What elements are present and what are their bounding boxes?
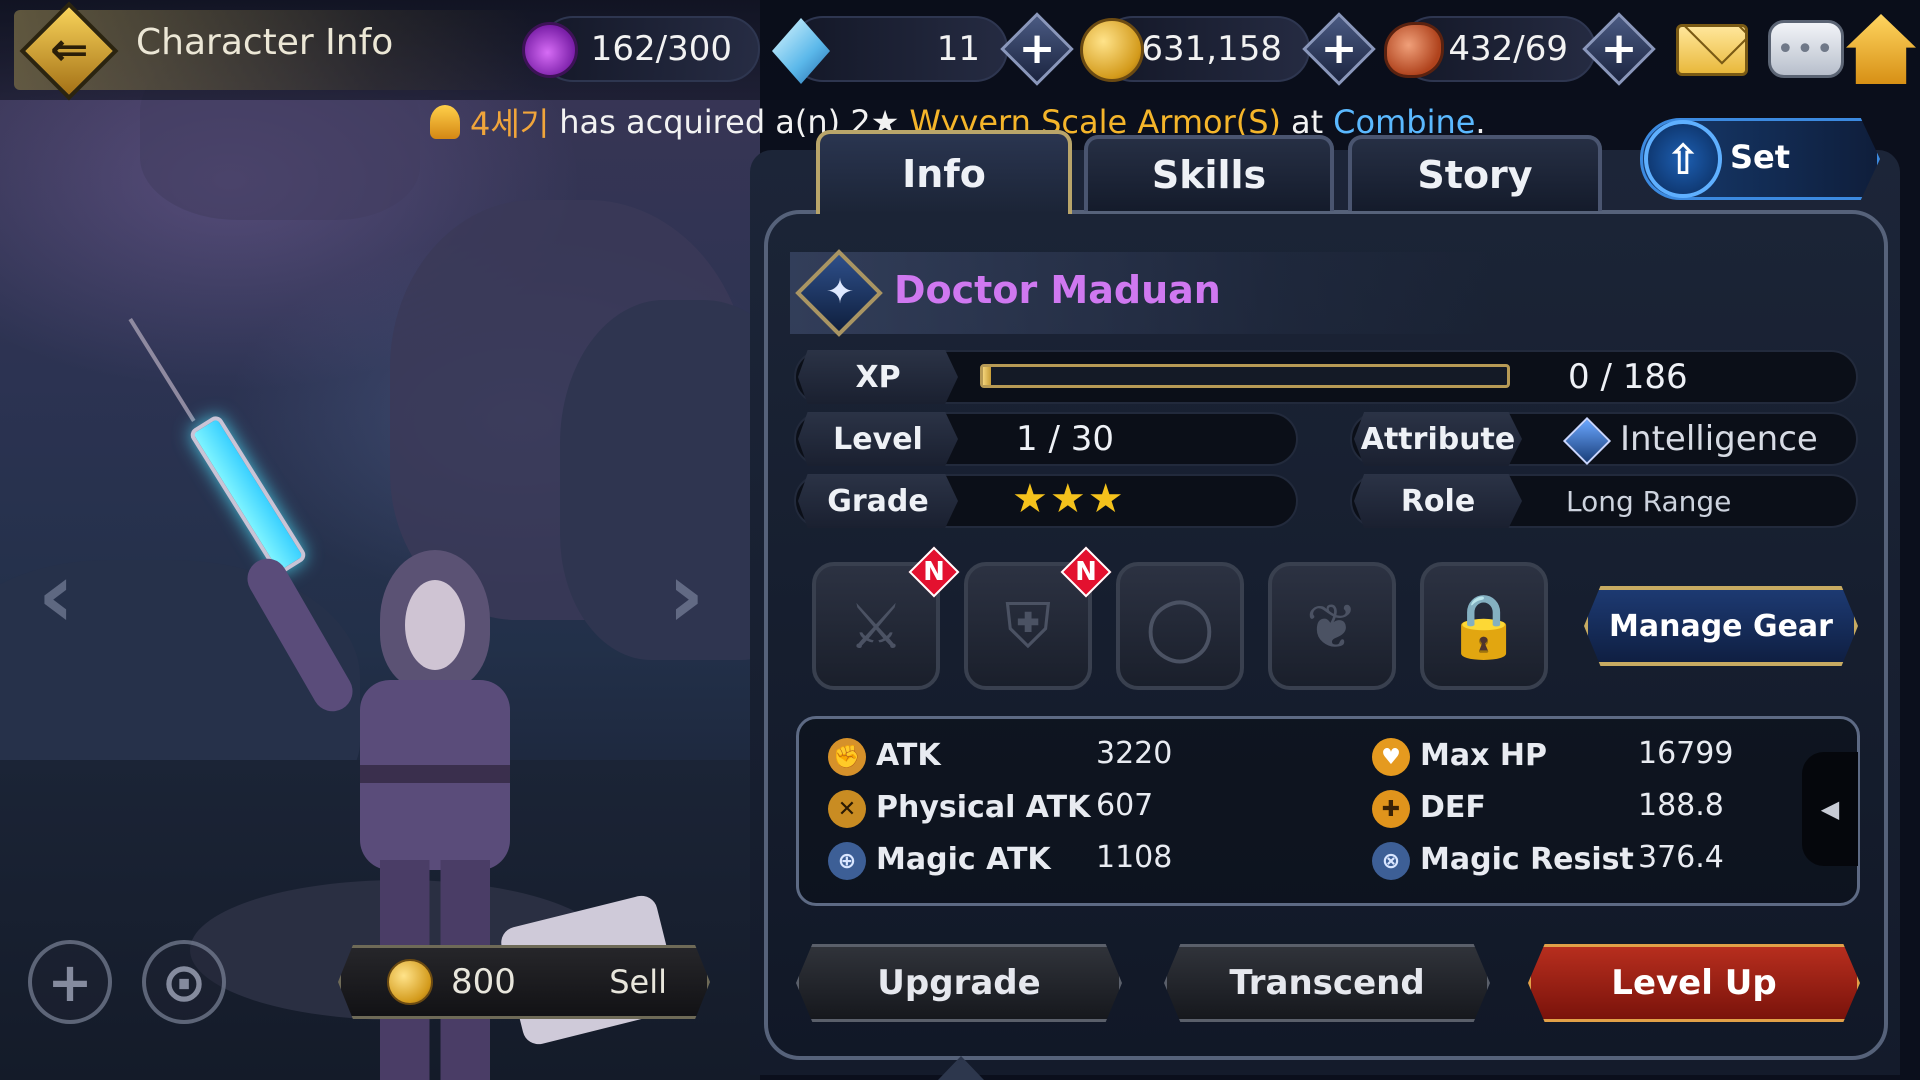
level-label: Level	[798, 412, 958, 466]
plus-icon: +	[1320, 23, 1358, 74]
intelligence-emblem-icon: ✦	[825, 272, 855, 312]
set-upload-icon[interactable]: ⇧	[1644, 120, 1722, 198]
syringe-needle	[128, 318, 196, 422]
stamina-value: 162/300	[590, 29, 732, 69]
locked-slot[interactable]: 🔒	[1420, 562, 1548, 690]
plus-icon: +	[1600, 23, 1638, 74]
max-hp-icon: ♥	[1372, 738, 1410, 776]
new-badge: N	[908, 546, 960, 598]
gold-value: 631,158	[1141, 29, 1282, 69]
transcend-button[interactable]: Transcend	[1164, 944, 1490, 1022]
stat-value: 3220	[1096, 736, 1173, 771]
add-gems-button[interactable]: +	[1000, 12, 1074, 86]
plus-icon: +	[1018, 23, 1056, 74]
xp-value: 0 / 186	[1568, 357, 1688, 397]
sword-icon: ⚔	[848, 589, 904, 663]
level-value: 1 / 30	[1016, 419, 1114, 459]
ring-slot[interactable]: ◯	[1116, 562, 1244, 690]
syringe-weapon	[187, 413, 309, 577]
add-meat-button[interactable]: +	[1582, 12, 1656, 86]
prev-character-arrow-icon[interactable]: ‹	[30, 540, 82, 650]
lock-icon: 🔒	[1445, 589, 1523, 662]
role-value: Long Range	[1566, 484, 1732, 518]
physical-atk-icon: ✕	[828, 790, 866, 828]
bell-icon	[430, 105, 460, 139]
new-badge: N	[1060, 546, 1112, 598]
stat-name: ATK	[876, 738, 941, 773]
stat-name: Physical ATK	[876, 790, 1091, 825]
back-button[interactable]: ⇐	[14, 1, 124, 101]
stat-value: 16799	[1638, 736, 1734, 771]
next-character-arrow-icon[interactable]: ›	[660, 540, 712, 650]
character-arm	[240, 551, 360, 719]
attribute-label: Attribute	[1354, 412, 1522, 466]
stamina-potion-icon	[522, 22, 578, 78]
level-up-button[interactable]: Level Up	[1528, 944, 1860, 1022]
attribute-value: Intelligence	[1620, 419, 1818, 459]
page-title: Character Info	[136, 22, 394, 63]
chat-icon[interactable]: •••	[1768, 20, 1844, 78]
magic-resist-icon: ⊗	[1372, 842, 1410, 880]
tab-skills[interactable]: Skills	[1084, 135, 1334, 211]
tab-story[interactable]: Story	[1348, 135, 1602, 211]
set-label[interactable]: Set	[1730, 138, 1790, 176]
plague-mask	[405, 580, 465, 670]
lock-icon-button[interactable]: ⊙	[142, 940, 226, 1024]
atk-icon: ✊	[828, 738, 866, 776]
upgrade-button[interactable]: Upgrade	[796, 944, 1122, 1022]
stats-expand-button[interactable]: ◀	[1802, 752, 1858, 866]
necklace-slot[interactable]: ❦	[1268, 562, 1396, 690]
back-arrow-icon: ⇐	[50, 22, 89, 76]
mail-icon[interactable]	[1676, 24, 1748, 76]
grade-stars: ★★★	[1012, 476, 1126, 522]
def-icon: ✚	[1372, 790, 1410, 828]
stat-name: Max HP	[1420, 738, 1547, 773]
notice-user: 4세기	[470, 105, 550, 143]
stat-name: Magic Resist	[1420, 842, 1634, 877]
add-icon-button[interactable]: +	[28, 940, 112, 1024]
new-badge-label: N	[1075, 557, 1097, 587]
new-badge-label: N	[923, 557, 945, 587]
character-model[interactable]	[60, 150, 683, 1080]
gold-coin-icon	[1080, 18, 1144, 82]
character-name: Doctor Maduan	[894, 268, 1221, 312]
necklace-icon: ❦	[1306, 589, 1358, 663]
ring-icon: ◯	[1145, 589, 1215, 663]
stat-value: 376.4	[1638, 840, 1724, 875]
role-label: Role	[1354, 474, 1522, 528]
xp-progress-track	[980, 364, 1510, 388]
grade-label: Grade	[798, 474, 958, 528]
armor-icon: ⛨	[1004, 589, 1052, 662]
manage-gear-button[interactable]: Manage Gear	[1584, 586, 1858, 666]
meat-value: 432/69	[1448, 29, 1568, 69]
sell-price: 800	[451, 962, 516, 1002]
character-belt	[360, 765, 510, 783]
stat-name: DEF	[1420, 790, 1486, 825]
xp-progress-fill	[983, 367, 991, 385]
stat-value: 188.8	[1638, 788, 1724, 823]
sell-label: Sell	[609, 963, 667, 1001]
gold-coin-icon	[387, 959, 433, 1005]
stat-name: Magic ATK	[876, 842, 1051, 877]
sell-button[interactable]: 800 Sell	[338, 945, 710, 1019]
add-gold-button[interactable]: +	[1302, 12, 1376, 86]
stat-value: 1108	[1096, 840, 1173, 875]
tab-info[interactable]: Info	[816, 130, 1072, 214]
character-scene	[0, 0, 760, 1080]
meat-icon	[1384, 22, 1444, 78]
magic-atk-icon: ⊕	[828, 842, 866, 880]
gem-value: 11	[936, 29, 980, 69]
xp-label: XP	[798, 350, 958, 404]
stat-value: 607	[1096, 788, 1154, 823]
